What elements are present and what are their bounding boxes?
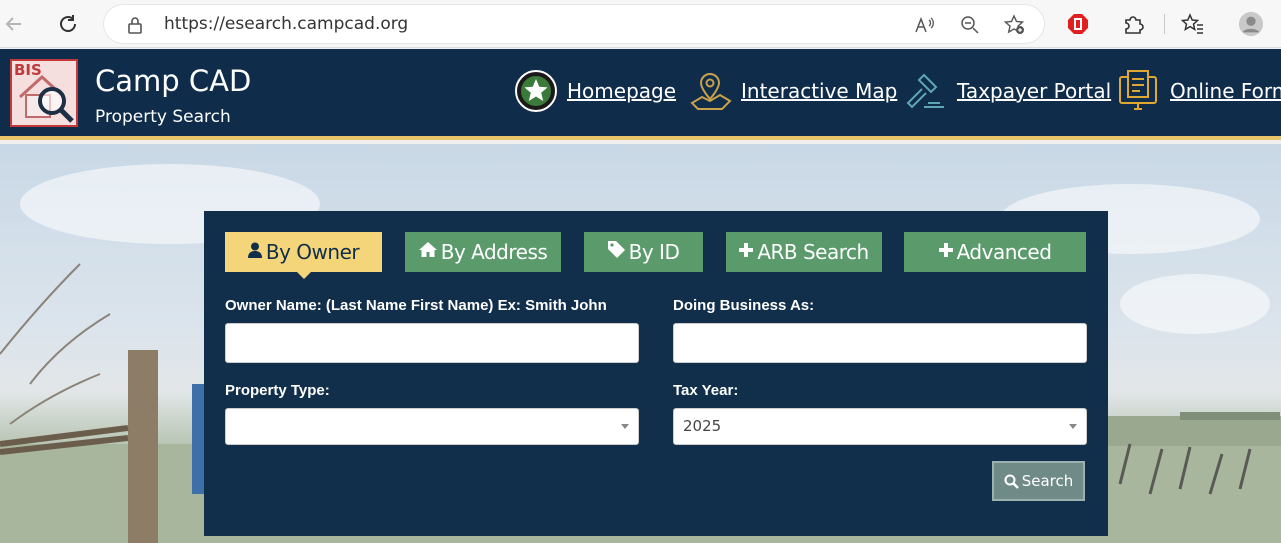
seal-star-icon[interactable]	[514, 69, 558, 113]
tab-by-owner[interactable]: By Owner	[225, 232, 382, 279]
nav-homepage[interactable]: Homepage	[567, 79, 676, 103]
dba-label: Doing Business As:	[673, 297, 815, 314]
owner-name-label: Owner Name: (Last Name First Name) Ex: S…	[225, 297, 607, 314]
browser-toolbar: https://esearch.campcad.org	[0, 0, 1281, 48]
owner-name-input[interactable]	[225, 323, 639, 363]
arrow-left-icon	[5, 17, 21, 31]
url-text[interactable]: https://esearch.campcad.org	[164, 14, 408, 34]
site-logo[interactable]: BIS	[10, 59, 78, 127]
tab-by-id[interactable]: By ID	[584, 232, 703, 272]
chevron-down-icon	[1069, 424, 1077, 429]
site-subtitle: Property Search	[95, 107, 231, 127]
nav-online-forms[interactable]: Online Forms	[1170, 79, 1281, 103]
search-button-label: Search	[1021, 472, 1074, 490]
search-button[interactable]: Search	[992, 461, 1085, 501]
home-icon	[418, 242, 437, 262]
tab-label: By Address	[440, 240, 548, 264]
tax-year-value: 2025	[683, 417, 722, 435]
favorites-icon[interactable]	[1180, 11, 1206, 37]
property-type-label: Property Type:	[225, 382, 330, 399]
tax-year-select[interactable]: 2025	[673, 408, 1087, 445]
adblock-extension-icon[interactable]	[1065, 11, 1091, 37]
plus-icon	[938, 242, 953, 262]
refresh-button[interactable]	[54, 10, 82, 38]
zoom-out-icon[interactable]	[959, 14, 981, 36]
tab-by-address[interactable]: By Address	[405, 232, 561, 272]
tax-year-label: Tax Year:	[673, 382, 739, 399]
tab-label: By Owner	[265, 240, 360, 264]
tab-label: ARB Search	[757, 240, 869, 264]
house-magnifier-icon	[18, 74, 74, 123]
plus-icon	[739, 242, 754, 262]
refresh-icon	[60, 15, 76, 32]
gavel-icon[interactable]	[904, 69, 948, 113]
extensions-icon[interactable]	[1120, 11, 1146, 37]
profile-avatar-icon[interactable]	[1238, 11, 1264, 37]
chevron-down-icon	[621, 424, 629, 429]
search-icon	[1004, 474, 1019, 489]
tab-label: By ID	[628, 240, 680, 264]
site-title[interactable]: Camp CAD	[95, 64, 251, 98]
lock-icon[interactable]	[124, 14, 146, 36]
site-header: BIS Camp CAD Property Search Homepage In…	[0, 49, 1281, 140]
tag-icon	[607, 241, 625, 263]
nav-interactive-map[interactable]: Interactive Map	[741, 79, 897, 103]
read-aloud-icon[interactable]	[914, 14, 936, 36]
toolbar-separator	[1164, 14, 1165, 34]
active-tab-caret	[296, 272, 311, 279]
search-panel: By Owner By Address By ID ARB Search Adv…	[204, 211, 1108, 536]
tab-label: Advanced	[956, 240, 1052, 264]
address-bar[interactable]: https://esearch.campcad.org	[104, 5, 1044, 43]
nav-taxpayer-portal[interactable]: Taxpayer Portal	[957, 79, 1111, 103]
favorite-add-icon[interactable]	[1004, 14, 1026, 36]
user-icon	[247, 242, 262, 263]
back-button[interactable]	[0, 10, 28, 38]
tab-arb-search[interactable]: ARB Search	[726, 232, 882, 272]
property-type-select[interactable]	[225, 408, 639, 445]
dba-input[interactable]	[673, 323, 1087, 363]
form-monitor-icon[interactable]	[1116, 69, 1160, 113]
map-pin-icon[interactable]	[688, 69, 732, 113]
tab-advanced[interactable]: Advanced	[904, 232, 1086, 272]
